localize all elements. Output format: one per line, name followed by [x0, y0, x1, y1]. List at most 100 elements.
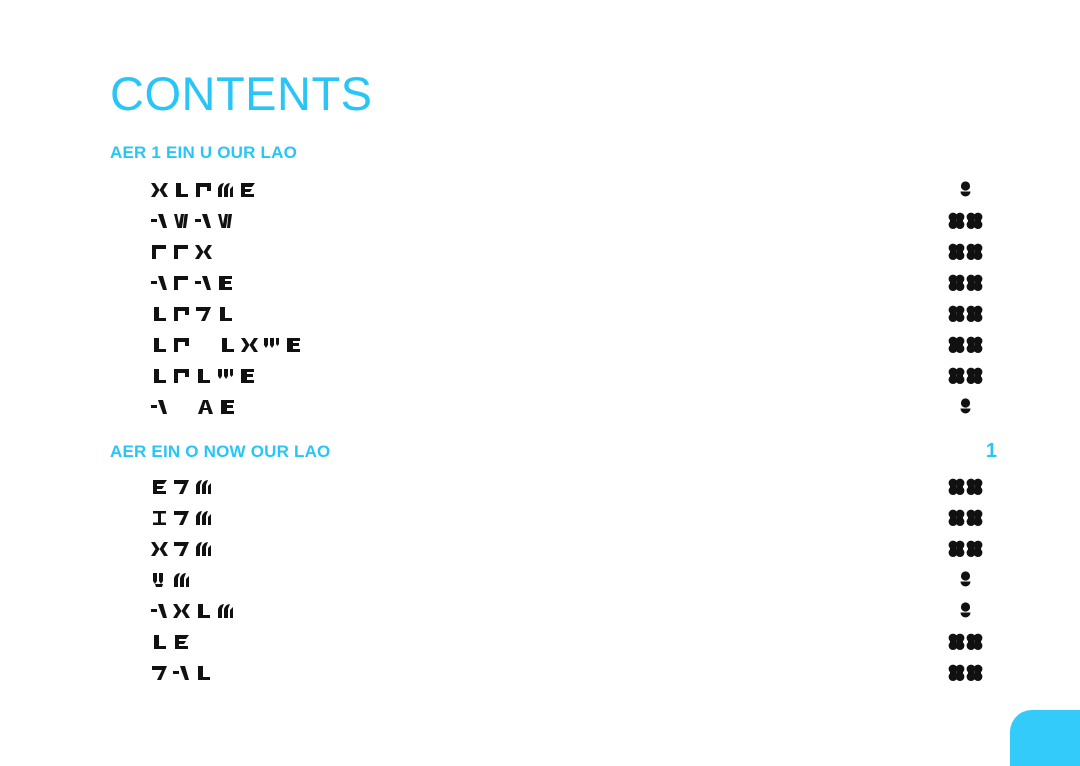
glyph-m — [194, 507, 213, 529]
glyph-e — [238, 179, 257, 201]
numeral-glyph — [966, 539, 983, 559]
toc-entry-label — [150, 303, 238, 325]
toc-entry[interactable] — [110, 267, 1000, 298]
glyph-ze — [216, 272, 235, 294]
toc-section-page-number: 1 — [985, 440, 997, 462]
toc-entry-label — [150, 272, 238, 294]
glyph-g — [172, 365, 191, 387]
numeral-glyph — [966, 366, 983, 386]
numeral-glyph — [957, 601, 974, 621]
glyph-m — [194, 476, 213, 498]
toc-entry-page-number — [938, 507, 1000, 529]
glyph-x — [150, 179, 169, 201]
numeral-glyph — [966, 242, 983, 262]
numeral-glyph — [966, 663, 983, 683]
glyph-j — [194, 365, 213, 387]
toc-entry-label — [150, 210, 238, 232]
numeral-glyph — [966, 508, 983, 528]
numeral-glyph — [948, 477, 965, 497]
glyph-dash-hook — [150, 600, 169, 622]
toc-entry-label — [150, 334, 306, 356]
glyph-seven — [172, 476, 191, 498]
numeral-glyph — [948, 273, 965, 293]
toc-entry-label — [150, 600, 238, 622]
corner-tab — [1010, 710, 1080, 766]
toc-entry-page-number — [938, 241, 1000, 263]
toc-entry-label — [150, 507, 216, 529]
toc-entry-page-number — [938, 600, 1000, 622]
glyph-seven — [172, 538, 191, 560]
numeral-glyph — [966, 211, 983, 231]
toc-entry[interactable] — [110, 564, 1000, 595]
glyph-dash-hook — [194, 272, 213, 294]
toc-section: AER EIN O NOW OUR LAO 1 — [110, 440, 1000, 688]
toc-section-header[interactable]: AER EIN O NOW OUR LAO 1 — [110, 440, 1000, 466]
numeral-glyph — [948, 304, 965, 324]
toc-entry-page-number — [938, 631, 1000, 653]
numeral-glyph — [948, 632, 965, 652]
toc-entry-page-number — [938, 365, 1000, 387]
glyph-c — [172, 272, 191, 294]
toc-entry-page-number — [938, 662, 1000, 684]
toc-entry-label — [150, 631, 194, 653]
glyph-j — [172, 179, 191, 201]
glyph-a — [196, 396, 215, 418]
toc-entry[interactable] — [110, 502, 1000, 533]
toc-entry-label — [150, 538, 216, 560]
toc-entry[interactable] — [110, 236, 1000, 267]
toc-entry[interactable] — [110, 626, 1000, 657]
toc-entry[interactable] — [110, 657, 1000, 688]
numeral-glyph — [948, 663, 965, 683]
glyph-ze — [218, 396, 237, 418]
glyph-ze — [284, 334, 303, 356]
glyph-x — [194, 241, 213, 263]
toc-entry[interactable] — [110, 329, 1000, 360]
glyph-m — [216, 179, 235, 201]
toc-entry-page-number — [938, 179, 1000, 201]
glyph-ze — [238, 365, 257, 387]
toc-entry[interactable] — [110, 360, 1000, 391]
numeral-glyph — [948, 242, 965, 262]
glyph-m — [216, 600, 235, 622]
toc-section-heading: AER 1 EIN U OUR LAO — [110, 143, 298, 162]
toc-entry-page-number — [938, 476, 1000, 498]
glyph-j — [216, 303, 235, 325]
toc-entry[interactable] — [110, 391, 1000, 422]
numeral-glyph — [966, 335, 983, 355]
toc-entry-label — [150, 662, 216, 684]
toc-entry[interactable] — [110, 595, 1000, 626]
glyph-v — [150, 569, 169, 591]
toc-entry-page-number — [938, 210, 1000, 232]
glyph-seven — [194, 303, 213, 325]
glyph-c — [150, 241, 169, 263]
glyph-dash-hook — [172, 662, 191, 684]
toc-entry-page-number — [938, 538, 1000, 560]
glyph-vv — [216, 365, 235, 387]
glyph-i — [150, 507, 169, 529]
numeral-glyph — [957, 180, 974, 200]
numeral-glyph — [948, 211, 965, 231]
numeral-glyph — [948, 335, 965, 355]
toc-entry[interactable] — [110, 174, 1000, 205]
toc-entry[interactable] — [110, 533, 1000, 564]
numeral-glyph — [966, 477, 983, 497]
toc-entry[interactable] — [110, 471, 1000, 502]
table-of-contents: AER 1 EIN U OUR LAO AER EIN O NOW OUR LA… — [110, 143, 1000, 688]
glyph-space — [194, 334, 218, 356]
numeral-glyph — [957, 397, 974, 417]
page-title: CONTENTS — [110, 67, 373, 120]
glyph-j — [150, 631, 169, 653]
glyph-j — [218, 334, 237, 356]
toc-entry[interactable] — [110, 298, 1000, 329]
glyph-m — [194, 538, 213, 560]
toc-section-header[interactable]: AER 1 EIN U OUR LAO — [110, 143, 1000, 169]
toc-entry-page-number — [938, 334, 1000, 356]
glyph-vv — [262, 334, 281, 356]
toc-entry-label — [150, 569, 194, 591]
glyph-space — [172, 396, 196, 418]
glyph-j — [150, 334, 169, 356]
toc-section-heading: AER EIN O NOW OUR LAO — [110, 442, 331, 461]
toc-entry[interactable] — [110, 205, 1000, 236]
toc-entry-label — [150, 241, 216, 263]
toc-entry-label — [150, 476, 216, 498]
